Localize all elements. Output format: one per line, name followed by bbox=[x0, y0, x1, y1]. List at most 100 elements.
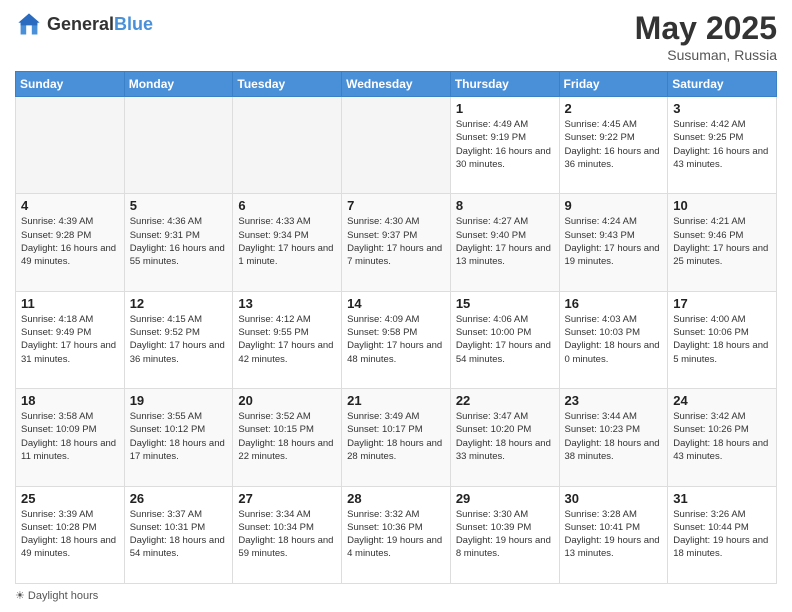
calendar-cell: 8 Sunrise: 4:27 AMSunset: 9:40 PMDayligh… bbox=[450, 194, 559, 291]
day-number: 24 bbox=[673, 393, 771, 408]
day-number: 21 bbox=[347, 393, 445, 408]
calendar-cell: 28 Sunrise: 3:32 AMSunset: 10:36 PMDayli… bbox=[342, 486, 451, 583]
day-detail: Sunrise: 3:44 AMSunset: 10:23 PMDaylight… bbox=[565, 410, 663, 463]
day-detail: Sunrise: 4:49 AMSunset: 9:19 PMDaylight:… bbox=[456, 118, 554, 171]
day-detail: Sunrise: 4:18 AMSunset: 9:49 PMDaylight:… bbox=[21, 313, 119, 366]
logo-text: GeneralBlue bbox=[47, 14, 153, 35]
footer: ☀ Daylight hours bbox=[15, 589, 777, 602]
calendar-week-2: 11 Sunrise: 4:18 AMSunset: 9:49 PMDaylig… bbox=[16, 291, 777, 388]
page: GeneralBlue May 2025 Susuman, Russia Sun… bbox=[0, 0, 792, 612]
calendar-cell: 23 Sunrise: 3:44 AMSunset: 10:23 PMDayli… bbox=[559, 389, 668, 486]
day-number: 26 bbox=[130, 491, 228, 506]
calendar-cell: 3 Sunrise: 4:42 AMSunset: 9:25 PMDayligh… bbox=[668, 97, 777, 194]
calendar-cell: 27 Sunrise: 3:34 AMSunset: 10:34 PMDayli… bbox=[233, 486, 342, 583]
logo: GeneralBlue bbox=[15, 10, 153, 38]
day-detail: Sunrise: 3:32 AMSunset: 10:36 PMDaylight… bbox=[347, 508, 445, 561]
day-number: 18 bbox=[21, 393, 119, 408]
calendar-cell: 30 Sunrise: 3:28 AMSunset: 10:41 PMDayli… bbox=[559, 486, 668, 583]
calendar-cell: 21 Sunrise: 3:49 AMSunset: 10:17 PMDayli… bbox=[342, 389, 451, 486]
calendar-table: SundayMondayTuesdayWednesdayThursdayFrid… bbox=[15, 71, 777, 584]
day-detail: Sunrise: 4:12 AMSunset: 9:55 PMDaylight:… bbox=[238, 313, 336, 366]
day-detail: Sunrise: 3:30 AMSunset: 10:39 PMDaylight… bbox=[456, 508, 554, 561]
day-detail: Sunrise: 4:39 AMSunset: 9:28 PMDaylight:… bbox=[21, 215, 119, 268]
day-number: 27 bbox=[238, 491, 336, 506]
day-number: 28 bbox=[347, 491, 445, 506]
day-detail: Sunrise: 3:39 AMSunset: 10:28 PMDaylight… bbox=[21, 508, 119, 561]
day-number: 7 bbox=[347, 198, 445, 213]
day-number: 6 bbox=[238, 198, 336, 213]
day-detail: Sunrise: 4:45 AMSunset: 9:22 PMDaylight:… bbox=[565, 118, 663, 171]
calendar-header-monday: Monday bbox=[124, 72, 233, 97]
calendar-week-0: 1 Sunrise: 4:49 AMSunset: 9:19 PMDayligh… bbox=[16, 97, 777, 194]
day-number: 16 bbox=[565, 296, 663, 311]
day-detail: Sunrise: 4:33 AMSunset: 9:34 PMDaylight:… bbox=[238, 215, 336, 268]
calendar-cell: 15 Sunrise: 4:06 AMSunset: 10:00 PMDayli… bbox=[450, 291, 559, 388]
day-number: 17 bbox=[673, 296, 771, 311]
day-detail: Sunrise: 3:42 AMSunset: 10:26 PMDaylight… bbox=[673, 410, 771, 463]
calendar-cell: 13 Sunrise: 4:12 AMSunset: 9:55 PMDaylig… bbox=[233, 291, 342, 388]
calendar-header-friday: Friday bbox=[559, 72, 668, 97]
day-number: 1 bbox=[456, 101, 554, 116]
title-month: May 2025 bbox=[635, 10, 777, 47]
day-number: 19 bbox=[130, 393, 228, 408]
calendar-cell: 19 Sunrise: 3:55 AMSunset: 10:12 PMDayli… bbox=[124, 389, 233, 486]
day-detail: Sunrise: 4:06 AMSunset: 10:00 PMDaylight… bbox=[456, 313, 554, 366]
day-number: 5 bbox=[130, 198, 228, 213]
day-number: 25 bbox=[21, 491, 119, 506]
calendar-cell: 29 Sunrise: 3:30 AMSunset: 10:39 PMDayli… bbox=[450, 486, 559, 583]
day-number: 23 bbox=[565, 393, 663, 408]
calendar-header-thursday: Thursday bbox=[450, 72, 559, 97]
calendar-cell: 7 Sunrise: 4:30 AMSunset: 9:37 PMDayligh… bbox=[342, 194, 451, 291]
day-number: 12 bbox=[130, 296, 228, 311]
calendar-header-saturday: Saturday bbox=[668, 72, 777, 97]
day-number: 4 bbox=[21, 198, 119, 213]
calendar-cell: 12 Sunrise: 4:15 AMSunset: 9:52 PMDaylig… bbox=[124, 291, 233, 388]
day-detail: Sunrise: 3:34 AMSunset: 10:34 PMDaylight… bbox=[238, 508, 336, 561]
calendar-cell: 26 Sunrise: 3:37 AMSunset: 10:31 PMDayli… bbox=[124, 486, 233, 583]
day-number: 10 bbox=[673, 198, 771, 213]
day-number: 22 bbox=[456, 393, 554, 408]
day-detail: Sunrise: 4:21 AMSunset: 9:46 PMDaylight:… bbox=[673, 215, 771, 268]
day-detail: Sunrise: 3:52 AMSunset: 10:15 PMDaylight… bbox=[238, 410, 336, 463]
calendar-cell: 24 Sunrise: 3:42 AMSunset: 10:26 PMDayli… bbox=[668, 389, 777, 486]
day-detail: Sunrise: 4:30 AMSunset: 9:37 PMDaylight:… bbox=[347, 215, 445, 268]
day-detail: Sunrise: 3:26 AMSunset: 10:44 PMDaylight… bbox=[673, 508, 771, 561]
day-number: 15 bbox=[456, 296, 554, 311]
day-number: 31 bbox=[673, 491, 771, 506]
day-number: 13 bbox=[238, 296, 336, 311]
day-number: 9 bbox=[565, 198, 663, 213]
calendar-cell: 22 Sunrise: 3:47 AMSunset: 10:20 PMDayli… bbox=[450, 389, 559, 486]
calendar-cell: 17 Sunrise: 4:00 AMSunset: 10:06 PMDayli… bbox=[668, 291, 777, 388]
calendar-header-sunday: Sunday bbox=[16, 72, 125, 97]
day-detail: Sunrise: 3:47 AMSunset: 10:20 PMDaylight… bbox=[456, 410, 554, 463]
calendar-cell bbox=[342, 97, 451, 194]
day-number: 8 bbox=[456, 198, 554, 213]
logo-icon bbox=[15, 10, 43, 38]
daylight-hours-label: Daylight hours bbox=[28, 590, 98, 602]
day-number: 14 bbox=[347, 296, 445, 311]
calendar-cell: 20 Sunrise: 3:52 AMSunset: 10:15 PMDayli… bbox=[233, 389, 342, 486]
calendar-header-tuesday: Tuesday bbox=[233, 72, 342, 97]
day-detail: Sunrise: 4:15 AMSunset: 9:52 PMDaylight:… bbox=[130, 313, 228, 366]
day-number: 11 bbox=[21, 296, 119, 311]
day-number: 3 bbox=[673, 101, 771, 116]
day-detail: Sunrise: 3:49 AMSunset: 10:17 PMDaylight… bbox=[347, 410, 445, 463]
calendar-cell: 1 Sunrise: 4:49 AMSunset: 9:19 PMDayligh… bbox=[450, 97, 559, 194]
calendar-cell: 18 Sunrise: 3:58 AMSunset: 10:09 PMDayli… bbox=[16, 389, 125, 486]
calendar-cell: 10 Sunrise: 4:21 AMSunset: 9:46 PMDaylig… bbox=[668, 194, 777, 291]
title-block: May 2025 Susuman, Russia bbox=[635, 10, 777, 63]
day-number: 30 bbox=[565, 491, 663, 506]
day-detail: Sunrise: 4:42 AMSunset: 9:25 PMDaylight:… bbox=[673, 118, 771, 171]
calendar-cell: 14 Sunrise: 4:09 AMSunset: 9:58 PMDaylig… bbox=[342, 291, 451, 388]
day-detail: Sunrise: 3:28 AMSunset: 10:41 PMDaylight… bbox=[565, 508, 663, 561]
day-detail: Sunrise: 4:27 AMSunset: 9:40 PMDaylight:… bbox=[456, 215, 554, 268]
day-number: 29 bbox=[456, 491, 554, 506]
day-detail: Sunrise: 4:09 AMSunset: 9:58 PMDaylight:… bbox=[347, 313, 445, 366]
calendar-cell: 2 Sunrise: 4:45 AMSunset: 9:22 PMDayligh… bbox=[559, 97, 668, 194]
day-detail: Sunrise: 3:55 AMSunset: 10:12 PMDaylight… bbox=[130, 410, 228, 463]
calendar-cell: 25 Sunrise: 3:39 AMSunset: 10:28 PMDayli… bbox=[16, 486, 125, 583]
logo-blue: Blue bbox=[114, 14, 153, 34]
day-number: 20 bbox=[238, 393, 336, 408]
calendar-cell bbox=[16, 97, 125, 194]
calendar-week-3: 18 Sunrise: 3:58 AMSunset: 10:09 PMDayli… bbox=[16, 389, 777, 486]
